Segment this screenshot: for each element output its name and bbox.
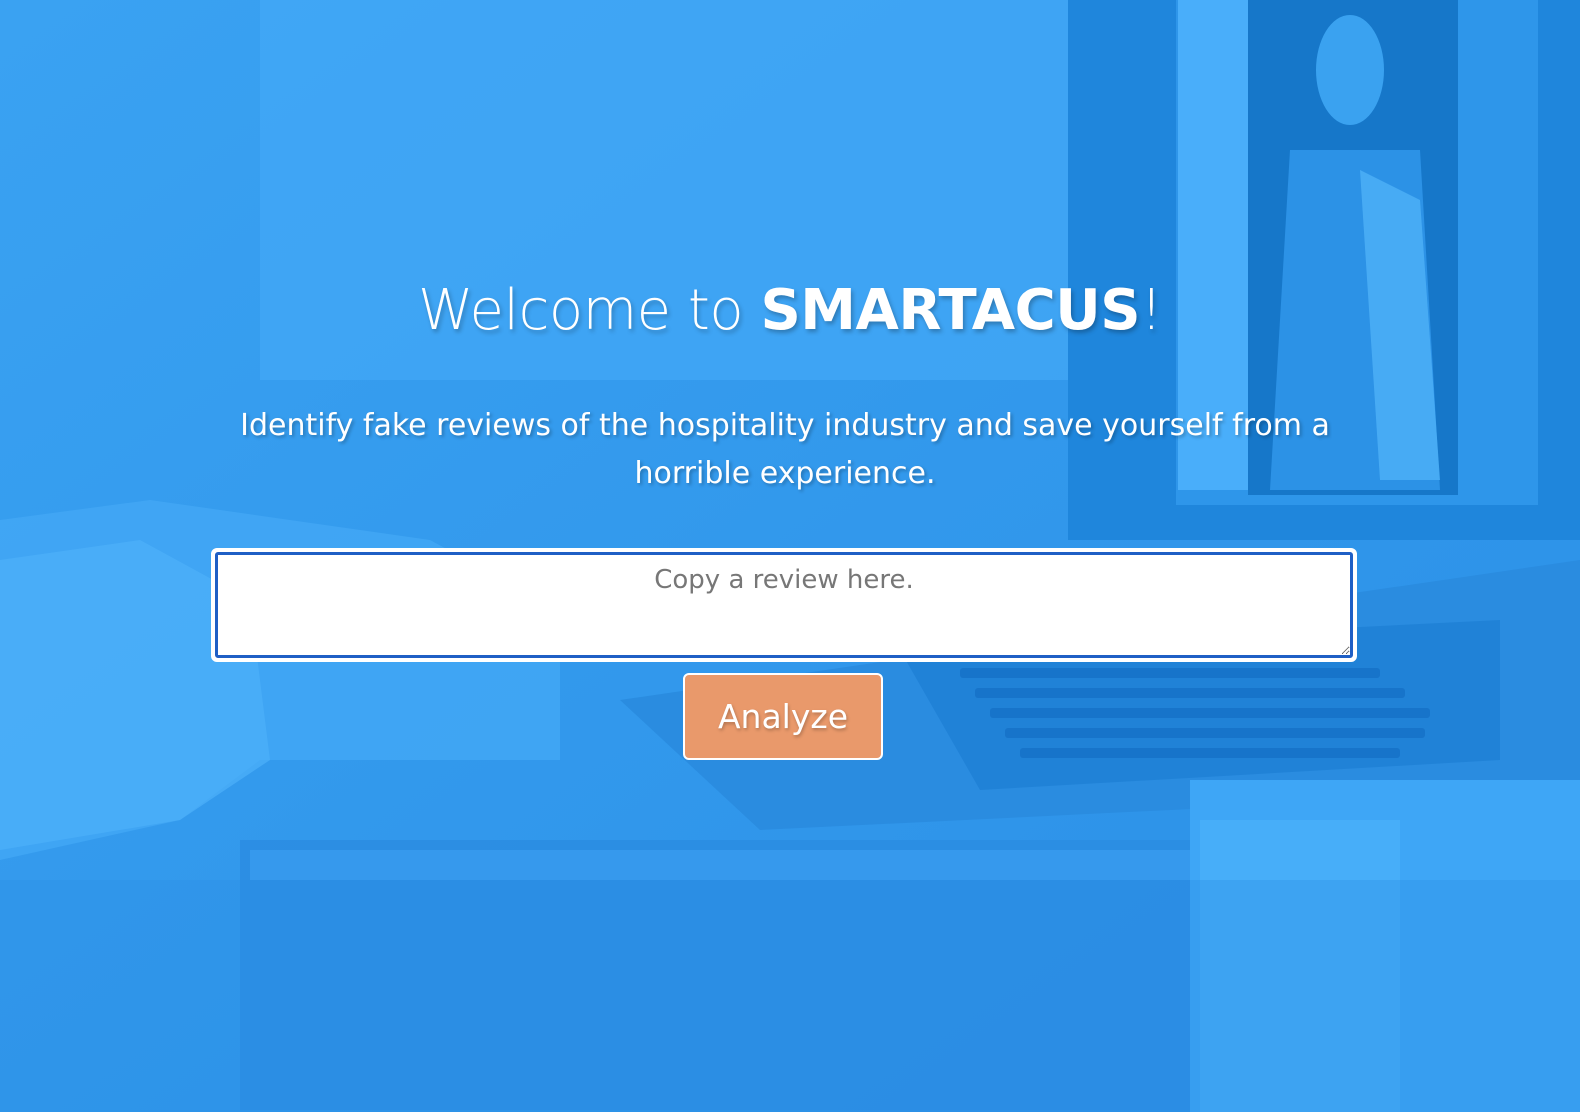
review-input-wrapper <box>211 548 1357 662</box>
review-input[interactable] <box>215 552 1353 658</box>
page-title: Welcome to SMARTACUS! <box>0 278 1580 343</box>
title-suffix: ! <box>1140 278 1163 343</box>
title-prefix: Welcome to <box>417 278 761 343</box>
analyze-button[interactable]: Analyze <box>683 673 883 760</box>
hero-subtitle: Identify fake reviews of the hospitality… <box>240 408 1330 491</box>
brand-name: SMARTACUS <box>760 278 1141 343</box>
hero-section: Welcome to SMARTACUS! Identify fake revi… <box>0 0 1580 1112</box>
